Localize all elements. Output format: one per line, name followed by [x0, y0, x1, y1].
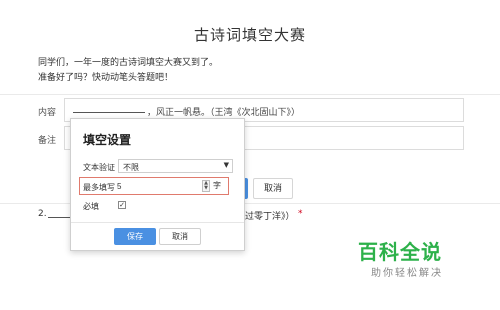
validation-label: 文本验证 [83, 163, 115, 172]
page-title: 古诗词填空大赛 [193, 26, 306, 44]
watermark-logo: 百科全说 [358, 240, 442, 264]
intro-line-2: 准备好了吗？快动动笔头答题吧！ [38, 73, 174, 83]
popup-divider [71, 222, 244, 223]
form-cancel-button[interactable]: 取消 [253, 178, 293, 199]
required-checkbox[interactable]: ✓ [118, 201, 126, 209]
question-2-blank [48, 217, 70, 218]
required-label: 必填 [83, 202, 99, 211]
question-2-text: 过零丁洋》） [245, 212, 295, 222]
chevron-down-icon: ▼ [223, 161, 229, 169]
divider-top [0, 94, 500, 95]
unit-label: 字 [213, 181, 221, 190]
popup-cancel-button[interactable]: 取消 [159, 228, 201, 245]
intro-line-1: 同学们，一年一度的古诗词填空大赛又到了。 [38, 58, 219, 68]
number-stepper[interactable]: ▲ ▼ [202, 180, 210, 192]
max-length-input[interactable] [115, 180, 201, 192]
popup-save-button[interactable]: 保存 [114, 228, 156, 245]
note-label: 备注 [38, 136, 57, 146]
blank-underline[interactable] [73, 112, 145, 113]
blank-settings-popup: 填空设置 文本验证 不限 ▼ 最多填写 ▲▼ 字 必填 ✓ 保存 取消 [70, 118, 245, 251]
content-text: ，风正一帆悬。（王湾《次北固山下》） [147, 108, 301, 118]
validation-select[interactable]: 不限 ▼ [118, 159, 233, 173]
popup-title: 填空设置 [83, 133, 132, 147]
max-length-label: 最多填写 [83, 183, 115, 192]
question-2-number: 2. [38, 209, 47, 219]
validation-value: 不限 [123, 163, 139, 172]
watermark-subtitle: 助你轻松解决 [371, 268, 443, 279]
content-label: 内容 [38, 108, 57, 118]
intro-text: 同学们，一年一度的古诗词填空大赛又到了。 准备好了吗？快动动笔头答题吧！ [38, 56, 218, 86]
required-marker: * [298, 209, 303, 219]
